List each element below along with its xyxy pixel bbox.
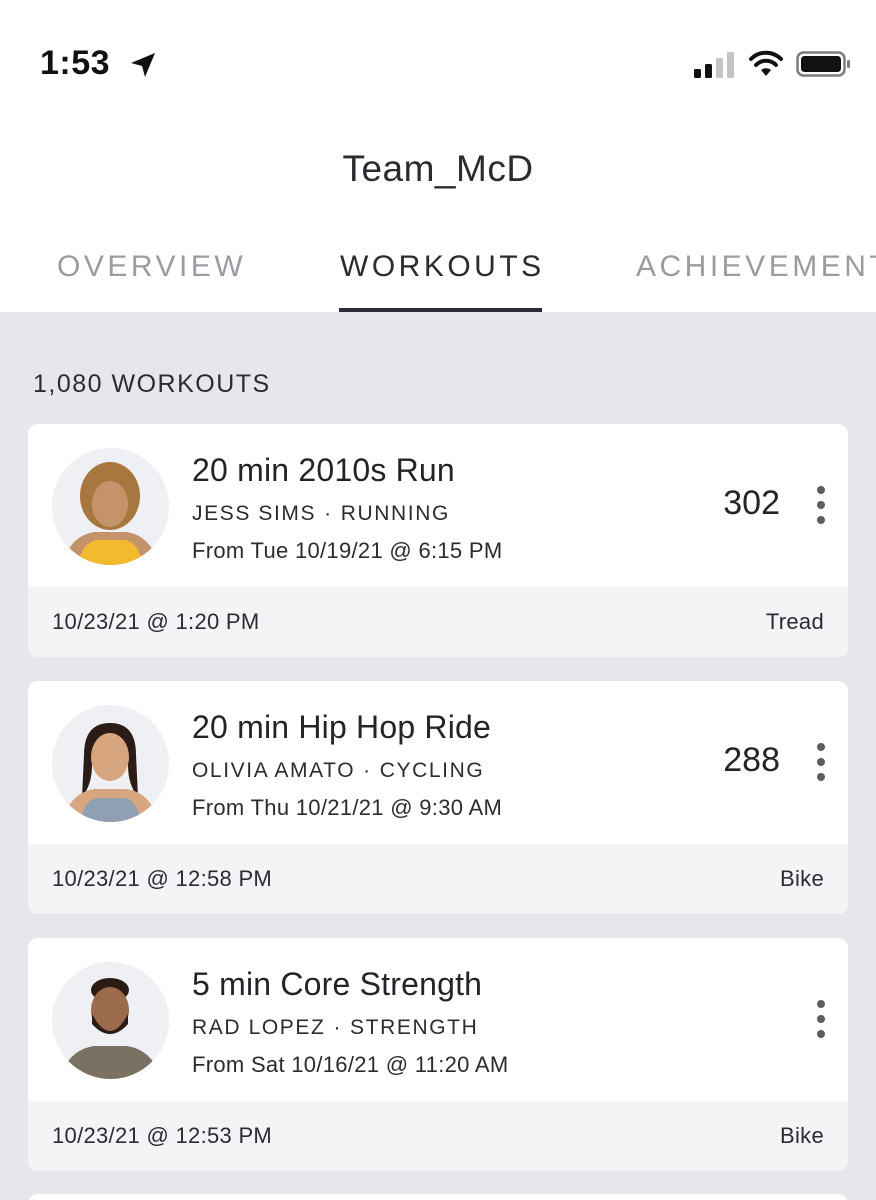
cellular-signal-icon: [694, 52, 734, 78]
workout-meta: OLIVIA AMATO · CYCLING: [192, 759, 484, 783]
workout-card-partial[interactable]: [28, 1194, 848, 1200]
workout-title: 20 min Hip Hop Ride: [192, 709, 492, 745]
instructor-avatar: [52, 962, 169, 1079]
meta-separator: ·: [324, 502, 333, 525]
workout-card-footer: 10/23/21 @ 1:20 PM Tread: [28, 587, 848, 657]
instructor-avatar: [52, 705, 169, 822]
workout-category: RUNNING: [340, 502, 450, 525]
workouts-list: 1,080 WORKOUTS 20 min 2010s Run JESS SIM…: [0, 312, 876, 1200]
status-time: 1:53: [40, 44, 111, 82]
instructor-name: JESS SIMS: [192, 502, 317, 525]
workout-original-date: From Thu 10/21/21 @ 9:30 AM: [192, 795, 503, 820]
location-arrow-icon: [131, 53, 155, 77]
workout-category: STRENGTH: [350, 1016, 479, 1039]
workout-card-main: 5 min Core Strength RAD LOPEZ · STRENGTH F…: [28, 938, 848, 1101]
workout-card-footer: 10/23/21 @ 12:58 PM Bike: [28, 844, 848, 914]
workout-category: CYCLING: [379, 759, 485, 782]
workout-card-main: 20 min Hip Hop Ride OLIVIA AMATO · CYCLING…: [28, 681, 848, 844]
workout-output: 288: [723, 741, 780, 779]
workout-title: 5 min Core Strength: [192, 966, 483, 1002]
meta-separator: ·: [333, 1016, 343, 1039]
workout-count: 1,080 WORKOUTS: [33, 370, 271, 398]
workout-output: 302: [723, 484, 780, 522]
workout-meta: RAD LOPEZ · STRENGTH: [192, 1016, 478, 1040]
tab-bar: OVERVIEW WORKOUTS ACHIEVEMENTS: [0, 232, 876, 312]
workout-title: 20 min 2010s Run: [192, 452, 455, 488]
workout-original-date: From Sat 10/16/21 @ 11:20 AM: [192, 1052, 509, 1077]
instructor-avatar: [52, 448, 169, 565]
workout-card-main: 20 min 2010s Run JESS SIMS · RUNNING From …: [28, 424, 848, 587]
workout-taken-date: 10/23/21 @ 12:58 PM: [52, 866, 273, 891]
tab-achievements[interactable]: ACHIEVEMENTS: [636, 250, 876, 284]
workout-card[interactable]: 5 min Core Strength RAD LOPEZ · STRENGTH F…: [28, 938, 848, 1171]
status-bar: 1:53: [0, 0, 876, 120]
instructor-name: RAD LOPEZ: [192, 1016, 326, 1039]
workout-device: Bike: [780, 1123, 824, 1148]
more-options-icon[interactable]: [814, 484, 828, 526]
workout-meta: JESS SIMS · RUNNING: [192, 502, 450, 526]
workout-taken-date: 10/23/21 @ 12:53 PM: [52, 1123, 273, 1148]
tab-workouts[interactable]: WORKOUTS: [340, 250, 545, 284]
workout-taken-date: 10/23/21 @ 1:20 PM: [52, 609, 260, 634]
more-options-icon[interactable]: [814, 998, 828, 1040]
tab-overview[interactable]: OVERVIEW: [57, 250, 246, 284]
page-title: Team_McD: [342, 148, 534, 189]
workout-device: Tread: [765, 609, 824, 634]
workout-original-date: From Tue 10/19/21 @ 6:15 PM: [192, 538, 503, 563]
wifi-icon: [749, 50, 783, 76]
instructor-name: OLIVIA AMATO: [192, 759, 356, 782]
workout-card-footer: 10/23/21 @ 12:53 PM Bike: [28, 1101, 848, 1171]
battery-icon: [796, 51, 850, 77]
more-options-icon[interactable]: [814, 741, 828, 783]
meta-separator: ·: [363, 759, 372, 782]
workout-card[interactable]: 20 min 2010s Run JESS SIMS · RUNNING From …: [28, 424, 848, 657]
workout-device: Bike: [780, 866, 824, 891]
workout-card[interactable]: 20 min Hip Hop Ride OLIVIA AMATO · CYCLING…: [28, 681, 848, 914]
